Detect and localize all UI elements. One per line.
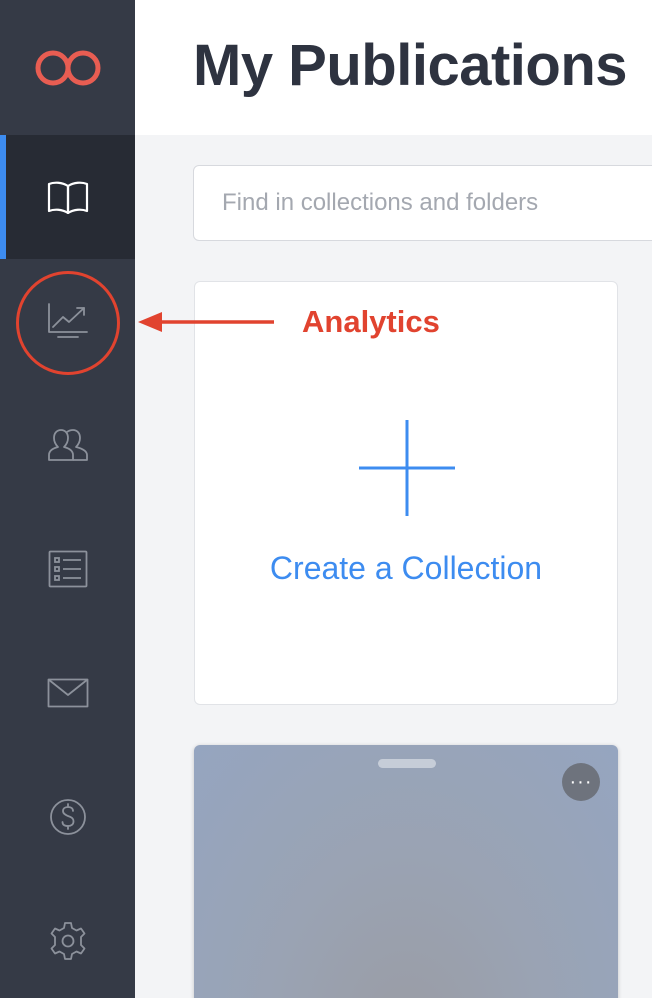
drag-handle[interactable] <box>378 759 436 768</box>
sidebar-item-settings[interactable] <box>0 879 135 998</box>
gear-icon <box>50 922 85 960</box>
plus-icon <box>359 420 455 516</box>
sidebar-item-mail[interactable] <box>0 631 135 755</box>
sidebar-item-billing[interactable] <box>0 755 135 879</box>
sidebar <box>0 0 135 998</box>
create-collection-label: Create a Collection <box>269 550 543 586</box>
annotation-label: Analytics <box>302 304 440 339</box>
sidebar-item-library[interactable] <box>0 135 135 259</box>
checklist-icon <box>48 550 87 588</box>
infinity-logo-icon <box>35 50 100 85</box>
more-options-button[interactable]: ··· <box>562 763 600 801</box>
publication-card[interactable]: ··· <box>194 745 618 998</box>
header: My Publications <box>135 0 652 135</box>
annotation-arrow-icon <box>138 312 274 332</box>
logo[interactable] <box>0 0 135 135</box>
dollar-icon <box>49 799 86 835</box>
create-collection-card[interactable]: Create a Collection <box>194 281 618 705</box>
page-title: My Publications <box>193 33 628 98</box>
annotation-highlight-circle <box>16 271 120 375</box>
users-icon <box>47 429 88 461</box>
sidebar-item-lists[interactable] <box>0 507 135 631</box>
envelope-icon <box>47 678 88 708</box>
book-icon <box>47 181 88 214</box>
search-input[interactable] <box>193 165 652 241</box>
sidebar-item-audience[interactable] <box>0 383 135 507</box>
main-content: Create a Collection ··· <box>135 135 652 998</box>
